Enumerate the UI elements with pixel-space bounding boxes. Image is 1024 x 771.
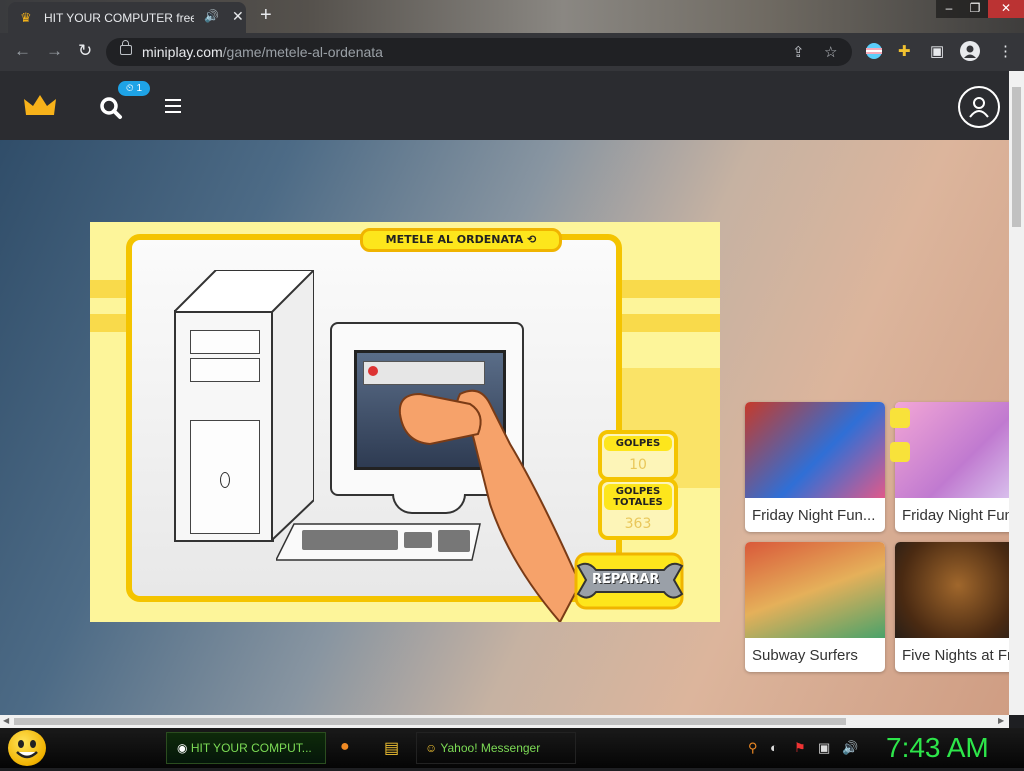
taskbar-item-chrome[interactable]: ◉ HIT YOUR COMPUT... <box>166 732 326 764</box>
search-icon[interactable] <box>99 96 123 120</box>
tab-title: HIT YOUR COMPUTER free c <box>44 11 194 25</box>
taskbar: ◉ HIT YOUR COMPUT... ● ▤ ☺ Yahoo! Messen… <box>0 728 1024 768</box>
game-card[interactable]: Five Nights at Fr <box>895 542 1009 672</box>
notification-badge[interactable]: ⏲ 1 <box>118 81 150 96</box>
hamburger-menu-icon[interactable] <box>165 99 181 117</box>
game-thumbnail <box>895 542 1009 638</box>
horizontal-scroll-thumb[interactable] <box>14 718 846 725</box>
status-tray-icon[interactable]: ◐ <box>770 740 778 755</box>
punching-arm <box>398 389 582 622</box>
drive-bay <box>190 330 260 354</box>
file-explorer-icon[interactable]: ▤ <box>384 738 399 758</box>
golpes-value: 10 <box>629 457 647 473</box>
game-card[interactable]: Friday Night Fun <box>895 402 1009 532</box>
game-card[interactable]: Subway Surfers <box>745 542 885 672</box>
game-card-title: Friday Night Fun <box>902 507 1009 524</box>
task-label: HIT YOUR COMPUT... <box>190 741 312 755</box>
tab-close-icon[interactable]: ✕ <box>232 8 244 25</box>
side-badge-icon[interactable] <box>890 408 910 428</box>
url-host: miniplay.com <box>142 44 223 60</box>
browser-toolbar: ← → ↻ miniplay.com/game/metele-al-ordena… <box>0 33 1024 71</box>
drive-bay <box>190 358 260 382</box>
game-title-text: METELE AL ORDENATA <box>385 233 524 246</box>
web-page: ⏲ 1 METELE AL ORDENATA ⟲ GOLPES 10 GOLPE… <box>0 71 1009 715</box>
maximize-button[interactable]: ❐ <box>962 0 988 18</box>
flag-tray-icon[interactable]: ⚑ <box>794 740 806 756</box>
scroll-right-arrow-icon[interactable]: ▶ <box>998 716 1004 725</box>
profile-flag-icon[interactable] <box>866 43 882 59</box>
game-card[interactable]: Friday Night Fun... <box>745 402 885 532</box>
bookmark-star-icon[interactable]: ☆ <box>824 43 837 61</box>
reparar-button[interactable]: REPARAR <box>574 552 684 610</box>
network-tray-icon[interactable]: ▣ <box>818 740 830 756</box>
game-card-title: Five Nights at Fr <box>902 647 1009 664</box>
golpes-totales-label: GOLPES TOTALES <box>604 484 672 510</box>
scroll-left-arrow-icon[interactable]: ◀ <box>3 716 9 725</box>
task-label: Yahoo! Messenger <box>440 741 541 755</box>
volume-tray-icon[interactable]: 🔊 <box>842 740 858 756</box>
yahoo-smiley-icon: ☺ <box>425 741 438 755</box>
vertical-scroll-thumb[interactable] <box>1012 87 1021 227</box>
vertical-scrollbar[interactable] <box>1009 71 1024 715</box>
extensions-puzzle-icon[interactable]: ✚ <box>898 42 911 60</box>
browser-tab[interactable]: ♛ HIT YOUR COMPUTER free c 🔊 ✕ <box>8 2 246 33</box>
error-dialog <box>363 361 485 385</box>
browser-tab-strip: ♛ HIT YOUR COMPUTER free c 🔊 ✕ + – ❐ ✕ <box>0 0 1024 33</box>
reparar-label: REPARAR <box>592 572 660 587</box>
game-thumbnail <box>745 542 885 638</box>
firefox-icon[interactable]: ● <box>340 738 350 756</box>
lock-icon[interactable] <box>120 40 132 55</box>
side-badge-icon[interactable] <box>890 442 910 462</box>
address-bar[interactable]: miniplay.com/game/metele-al-ordenata ⇪ ☆ <box>106 38 852 66</box>
game-title: METELE AL ORDENATA ⟲ <box>360 228 562 252</box>
error-icon <box>368 366 378 376</box>
search-tray-icon[interactable]: ⚲ <box>748 740 758 756</box>
golpes-panel: GOLPES 10 <box>598 430 678 481</box>
back-icon[interactable]: ← <box>14 41 31 61</box>
taskbar-item-yahoo-messenger[interactable]: ☺ Yahoo! Messenger <box>416 732 576 764</box>
speaker-icon[interactable]: 🔊 <box>204 9 219 23</box>
forward-icon[interactable]: → <box>46 41 63 61</box>
browser-menu-icon[interactable]: ⋮ <box>998 42 1013 60</box>
minimize-button[interactable]: – <box>936 0 962 18</box>
system-clock[interactable]: 7:43 AM <box>886 732 989 764</box>
golpes-label: GOLPES <box>604 436 672 451</box>
share-icon[interactable]: ⇪ <box>792 43 805 61</box>
miniplay-crown-logo-icon[interactable] <box>24 95 56 117</box>
computer-tower[interactable] <box>174 270 314 542</box>
horizontal-scrollbar[interactable]: ◀ ▶ <box>0 715 1009 728</box>
game-canvas[interactable]: METELE AL ORDENATA ⟲ GOLPES 10 GOLPES TO… <box>90 222 720 622</box>
notification-count: 1 <box>136 83 143 94</box>
side-panel-icon[interactable]: ▣ <box>930 42 944 60</box>
start-smiley-icon[interactable] <box>8 730 46 766</box>
golpes-totales-panel: GOLPES TOTALES 363 <box>598 478 678 540</box>
crown-favicon-icon: ♛ <box>20 10 32 25</box>
url-text: miniplay.com/game/metele-al-ordenata <box>142 44 383 60</box>
window-controls: – ❐ ✕ <box>936 0 1024 18</box>
golpes-totales-value: 363 <box>624 516 652 532</box>
site-header: ⏲ 1 <box>0 71 1009 140</box>
tower-button <box>220 472 230 488</box>
smiley-face-icon <box>16 740 38 759</box>
game-thumbnail <box>745 402 885 498</box>
account-icon[interactable] <box>958 86 1000 128</box>
new-tab-button[interactable]: + <box>260 4 272 27</box>
game-thumbnail <box>895 402 1009 498</box>
chrome-icon: ◉ <box>177 741 188 755</box>
game-card-title: Friday Night Fun... <box>752 507 876 524</box>
url-path: /game/metele-al-ordenata <box>222 44 383 60</box>
game-card-title: Subway Surfers <box>752 647 858 664</box>
profile-avatar-icon[interactable] <box>960 41 980 61</box>
reload-icon[interactable]: ↻ <box>78 41 92 61</box>
close-window-button[interactable]: ✕ <box>988 0 1024 18</box>
